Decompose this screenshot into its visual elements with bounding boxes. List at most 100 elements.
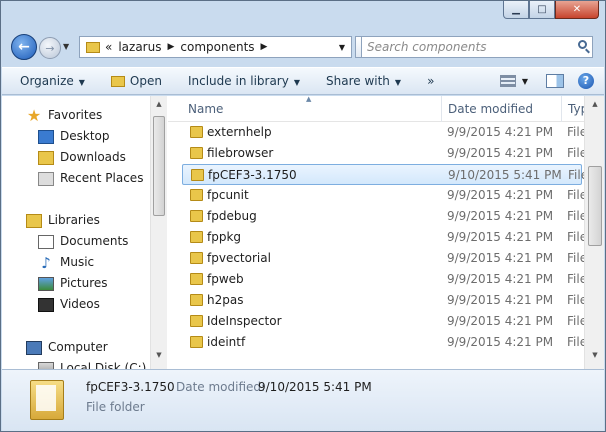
- file-name: fpdebug: [207, 209, 257, 223]
- file-name: filebrowser: [207, 146, 274, 160]
- folder-icon: [190, 273, 203, 285]
- nav-item-local-disk[interactable]: Local Disk (C:): [38, 358, 146, 369]
- column-name[interactable]: Name: [182, 96, 442, 122]
- nav-item-music[interactable]: ♪ Music: [38, 252, 94, 273]
- folder-icon: [190, 252, 203, 264]
- nav-item-libraries[interactable]: Libraries: [26, 210, 100, 231]
- search-input[interactable]: Search components: [361, 36, 593, 58]
- file-type: File: [567, 146, 584, 160]
- folder-icon: [190, 294, 203, 306]
- file-name: fpvectorial: [207, 251, 271, 265]
- file-row[interactable]: IdeInspector 9/9/2015 4:21 PM File: [182, 311, 584, 332]
- navigation-scrollbar[interactable]: ▲ ▼: [150, 96, 167, 369]
- nav-label: Downloads: [60, 150, 126, 164]
- share-with-button[interactable]: Share with ▼: [318, 70, 409, 92]
- file-date: 9/10/2015 5:41 PM: [448, 168, 562, 182]
- close-button[interactable]: ✕: [555, 1, 599, 19]
- file-type: File: [567, 314, 584, 328]
- nav-item-favorites[interactable]: ★ Favorites: [26, 105, 102, 126]
- scroll-up-icon[interactable]: ▲: [589, 100, 601, 114]
- chevron-right-icon[interactable]: ▶: [261, 42, 268, 52]
- column-type[interactable]: Typ: [561, 96, 584, 122]
- nav-item-recent-places[interactable]: Recent Places: [38, 168, 143, 189]
- help-icon[interactable]: ?: [578, 73, 594, 89]
- views-icon[interactable]: [499, 75, 516, 87]
- details-pane: fpCEF3-3.1750 Date modified: 9/10/2015 5…: [2, 369, 604, 431]
- nav-item-documents[interactable]: Documents: [38, 231, 128, 252]
- recent-places-icon: [38, 171, 54, 186]
- address-row: ← → ▼ « lazarus ▶ components ▶ ▼ ⟳ Searc…: [9, 33, 599, 61]
- include-in-library-button[interactable]: Include in library ▼: [180, 70, 308, 92]
- share-label: Share with: [326, 74, 390, 88]
- file-list-scrollbar[interactable]: ▲ ▼: [584, 96, 604, 369]
- file-row[interactable]: fpdebug 9/9/2015 4:21 PM File: [182, 206, 584, 227]
- folder-icon: [30, 380, 64, 420]
- hard-disk-icon: [38, 361, 54, 369]
- column-date-modified[interactable]: Date modified: [441, 96, 565, 122]
- nav-item-computer[interactable]: Computer: [26, 337, 108, 358]
- nav-label: Documents: [60, 234, 129, 248]
- file-date: 9/9/2015 4:21 PM: [447, 293, 554, 307]
- chevron-down-icon[interactable]: ▼: [339, 43, 345, 52]
- file-date: 9/9/2015 4:21 PM: [447, 251, 554, 265]
- preview-pane-icon[interactable]: [546, 74, 564, 88]
- file-name: fppkg: [207, 230, 242, 244]
- file-type: File: [567, 230, 584, 244]
- address-bar[interactable]: « lazarus ▶ components ▶ ▼: [79, 36, 352, 58]
- file-row[interactable]: filebrowser 9/9/2015 4:21 PM File: [182, 143, 584, 164]
- music-note-icon: ♪: [41, 253, 51, 272]
- nav-label: Libraries: [48, 213, 100, 227]
- nav-label: Desktop: [60, 129, 110, 143]
- nav-item-downloads[interactable]: Downloads: [38, 147, 126, 168]
- scrollbar-thumb[interactable]: [588, 166, 602, 246]
- file-date: 9/9/2015 4:21 PM: [447, 209, 554, 223]
- chevron-right-icon[interactable]: ▶: [167, 42, 174, 52]
- file-row[interactable]: externhelp 9/9/2015 4:21 PM File: [182, 122, 584, 143]
- more-commands-button[interactable]: »: [419, 70, 442, 92]
- open-button[interactable]: Open: [103, 70, 170, 92]
- file-row[interactable]: h2pas 9/9/2015 4:21 PM File: [182, 290, 584, 311]
- scrollbar-thumb[interactable]: [153, 116, 165, 216]
- file-name: externhelp: [207, 125, 272, 139]
- view-controls: ▼ ?: [499, 73, 604, 89]
- file-name: fpCEF3-3.1750: [208, 168, 297, 182]
- scroll-down-icon[interactable]: ▼: [153, 351, 165, 365]
- nav-label: Computer: [48, 340, 108, 354]
- forward-button[interactable]: →: [39, 37, 61, 59]
- chevron-down-icon: ▼: [394, 78, 402, 87]
- file-row[interactable]: ideintf 9/9/2015 4:21 PM File: [182, 332, 584, 353]
- organize-label: Organize: [20, 74, 74, 88]
- include-label: Include in library: [187, 74, 289, 88]
- nav-label: Music: [60, 255, 95, 269]
- maximize-button[interactable]: □: [529, 1, 555, 19]
- chevron-down-icon[interactable]: ▼: [522, 77, 528, 86]
- nav-item-desktop[interactable]: Desktop: [38, 126, 110, 147]
- folder-icon: [190, 210, 203, 222]
- nav-label: Videos: [60, 297, 100, 311]
- file-row[interactable]: fpweb 9/9/2015 4:21 PM File: [182, 269, 584, 290]
- search-icon[interactable]: [578, 40, 587, 49]
- details-date-label: Date modified:: [176, 380, 266, 394]
- nav-item-pictures[interactable]: Pictures: [38, 273, 108, 294]
- organize-button[interactable]: Organize ▼: [12, 70, 93, 92]
- file-name: ideintf: [207, 335, 246, 349]
- breadcrumb-components[interactable]: components: [180, 40, 254, 54]
- back-button[interactable]: ←: [11, 34, 37, 60]
- file-date: 9/9/2015 4:21 PM: [447, 188, 554, 202]
- scroll-down-icon[interactable]: ▼: [589, 351, 601, 365]
- file-row[interactable]: fpvectorial 9/9/2015 4:21 PM File: [182, 248, 584, 269]
- recent-pages-dropdown[interactable]: ▼: [63, 42, 69, 51]
- minimize-button[interactable]: ▁: [503, 1, 529, 19]
- file-date: 9/9/2015 4:21 PM: [447, 230, 554, 244]
- file-row[interactable]: fpcunit 9/9/2015 4:21 PM File: [182, 185, 584, 206]
- file-row[interactable]: fppkg 9/9/2015 4:21 PM File: [182, 227, 584, 248]
- file-type: File: [567, 251, 584, 265]
- breadcrumb-lazarus[interactable]: lazarus: [118, 40, 161, 54]
- nav-item-videos[interactable]: Videos: [38, 294, 100, 315]
- breadcrumb-overflow[interactable]: «: [105, 40, 112, 54]
- folder-icon: [86, 41, 100, 53]
- nav-label: Favorites: [48, 108, 103, 122]
- file-row-selected[interactable]: fpCEF3-3.1750 9/10/2015 5:41 PM File: [182, 164, 584, 185]
- scroll-up-icon[interactable]: ▲: [153, 100, 165, 114]
- file-list: ▲ Name Date modified Typ externhelp 9/9/2…: [168, 96, 584, 369]
